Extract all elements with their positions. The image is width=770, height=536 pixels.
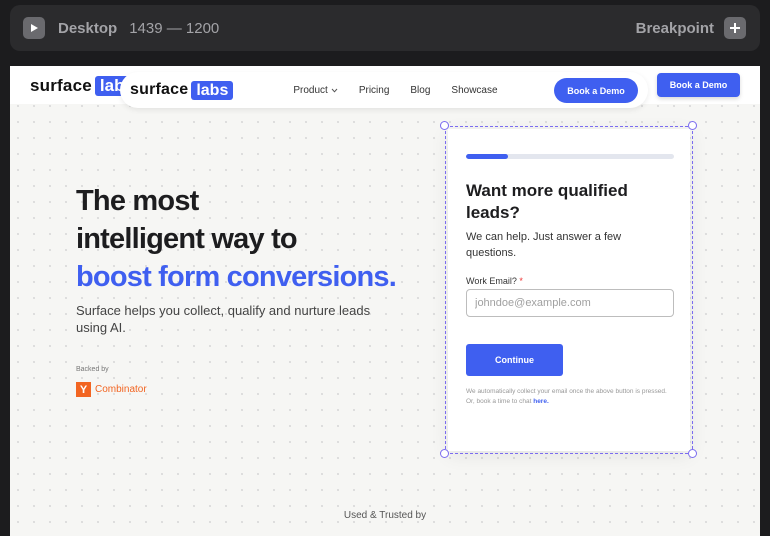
nav-links: Product Pricing Blog Showcase (293, 85, 518, 96)
site-preview-canvas: surface labs Book a Demo surface labs Pr… (10, 66, 760, 536)
nav-book-demo-button[interactable]: Book a Demo (554, 78, 638, 103)
backed-by-label: Backed by (76, 366, 109, 373)
plus-icon (730, 23, 740, 33)
logo-word: surface (30, 76, 92, 95)
editor-toolbar: Desktop 1439 — 1200 Breakpoint (10, 5, 760, 51)
hero-subtitle: Surface helps you collect, qualify and n… (76, 303, 371, 335)
play-button[interactable] (23, 17, 45, 39)
selection-outline (445, 126, 693, 454)
resize-handle-bottom-left[interactable] (440, 449, 449, 458)
resize-handle-top-right[interactable] (688, 121, 697, 130)
nav-product-label: Product (293, 84, 328, 96)
ycombinator-icon: Y (76, 382, 91, 397)
hero-title-line-1: The most (76, 185, 199, 217)
ycombinator-logo: Y Combinator (76, 382, 147, 397)
hero-title: The most intelligent way to boost form c… (76, 182, 397, 296)
resize-handle-top-left[interactable] (440, 121, 449, 130)
hero-title-line-3: boost form conversions. (76, 261, 397, 293)
navbar-logo-word: surface (130, 81, 189, 98)
ycombinator-label: Combinator (95, 384, 147, 395)
chevron-down-icon (331, 88, 338, 93)
nav-product[interactable]: Product (293, 84, 338, 96)
nav-pricing[interactable]: Pricing (359, 85, 390, 96)
nav-showcase[interactable]: Showcase (451, 85, 497, 96)
navbar-logo[interactable]: surface labs (130, 80, 234, 100)
nav-blog[interactable]: Blog (410, 85, 430, 96)
navbar-logo-highlight: labs (191, 80, 234, 100)
resize-handle-bottom-right[interactable] (688, 449, 697, 458)
device-label: Desktop (58, 19, 118, 37)
used-trusted-label: Used & Trusted by (343, 510, 427, 521)
hero-title-line-2: intelligent way to (76, 223, 298, 255)
viewport-size: 1439 — 1200 (129, 19, 220, 37)
play-icon (31, 24, 38, 32)
breakpoint-label[interactable]: Breakpoint (636, 20, 714, 37)
floating-navbar: surface labs Product Pricing Blog Showca… (120, 72, 648, 108)
add-breakpoint-button[interactable] (724, 17, 746, 39)
header-book-demo-button[interactable]: Book a Demo (657, 73, 740, 97)
